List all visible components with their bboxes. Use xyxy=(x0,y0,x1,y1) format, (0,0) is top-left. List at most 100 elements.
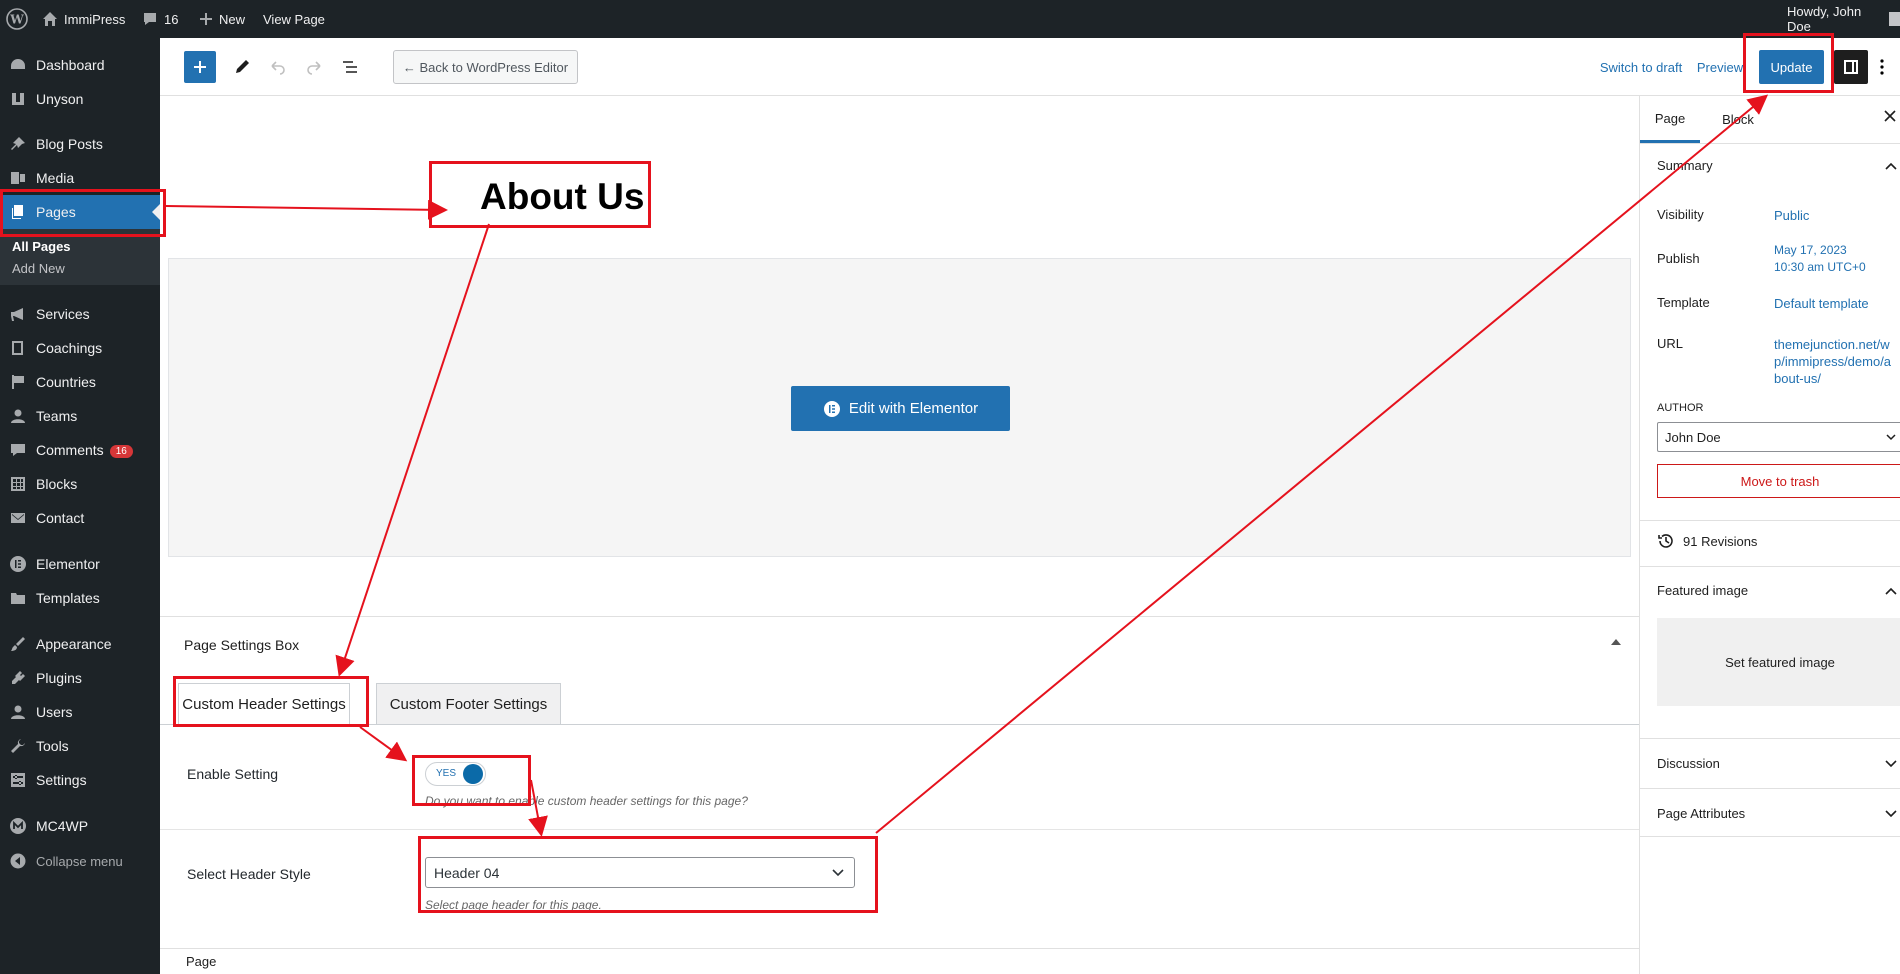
sidebar-item-label: Blog Posts xyxy=(36,136,103,152)
sidebar-item-label: Appearance xyxy=(36,636,112,652)
edit-with-elementor-label: Edit with Elementor xyxy=(848,400,979,417)
annotation-pages-box xyxy=(0,189,166,237)
sidebar-item-label: Collapse menu xyxy=(36,853,123,869)
chevron-up-icon[interactable] xyxy=(1885,162,1897,170)
edit-with-elementor-button[interactable]: Edit with Elementor xyxy=(791,386,1010,431)
visibility-value[interactable]: Public xyxy=(1774,207,1809,224)
preview-button[interactable]: Preview xyxy=(1695,51,1745,83)
editor-toolbar: ← Back to WordPress Editor Switch to dra… xyxy=(160,38,1900,96)
submenu-add-new[interactable]: Add New xyxy=(12,261,65,276)
elementor-icon xyxy=(823,400,840,417)
back-to-wordpress-editor-button[interactable]: ← Back to WordPress Editor xyxy=(393,50,578,84)
publish-date-value[interactable]: May 17, 2023 10:30 am UTC+0 xyxy=(1774,242,1866,276)
url-value[interactable]: themejunction.net/w p/immipress/demo/a b… xyxy=(1774,336,1891,387)
sidebar-item-services[interactable]: Services xyxy=(0,297,160,331)
tab-custom-footer-settings[interactable]: Custom Footer Settings xyxy=(376,683,561,725)
sidebar-item-dashboard[interactable]: Dashboard xyxy=(0,48,160,82)
sidebar-item-label: Plugins xyxy=(36,670,82,686)
redo-button[interactable] xyxy=(298,51,330,83)
more-vertical-icon xyxy=(1880,59,1884,75)
options-menu-button[interactable] xyxy=(1872,51,1892,83)
sidebar-item-settings[interactable]: Settings xyxy=(0,763,160,797)
revisions-link[interactable]: 91 Revisions xyxy=(1657,532,1757,550)
settings-panel: Page Block Summary Visibility Public Pub… xyxy=(1639,96,1900,974)
url-line: bout-us/ xyxy=(1774,371,1821,386)
undo-button[interactable] xyxy=(262,51,294,83)
chevron-up-icon[interactable] xyxy=(1885,587,1897,595)
comments-link[interactable]: 16 xyxy=(142,0,178,38)
revisions-label: 91 Revisions xyxy=(1683,533,1758,549)
template-value[interactable]: Default template xyxy=(1774,295,1869,312)
flag-icon xyxy=(9,373,27,391)
sidebar-item-users[interactable]: Users xyxy=(0,695,160,729)
discussion-heading[interactable]: Discussion xyxy=(1657,756,1720,771)
add-block-button[interactable] xyxy=(184,51,216,83)
sidebar-item-blog-posts[interactable]: Blog Posts xyxy=(0,127,160,161)
page-settings-box: Page Settings Box Custom Header Settings… xyxy=(160,616,1639,974)
move-to-trash-button[interactable]: Move to trash xyxy=(1657,464,1900,498)
url-line: p/immipress/demo/a xyxy=(1774,354,1892,369)
sidebar-item-label: Contact xyxy=(36,510,85,526)
tab-block[interactable]: Block xyxy=(1708,96,1768,143)
mc4wp-icon xyxy=(9,817,27,835)
tools-button[interactable] xyxy=(226,51,258,83)
comment-count: 16 xyxy=(164,11,179,27)
sidebar-item-teams[interactable]: Teams xyxy=(0,399,160,433)
url-label: URL xyxy=(1657,336,1684,351)
document-overview-button[interactable] xyxy=(334,51,366,83)
sidebar-item-templates[interactable]: Templates xyxy=(0,581,160,615)
undo-icon xyxy=(271,61,285,75)
pages-submenu: All Pages Add New xyxy=(0,229,160,285)
switch-to-draft-button[interactable]: Switch to draft xyxy=(1596,51,1686,83)
sidebar-item-contact[interactable]: Contact xyxy=(0,501,160,535)
sidebar-item-blocks[interactable]: Blocks xyxy=(0,467,160,501)
visibility-label: Visibility xyxy=(1657,207,1704,222)
url-line: themejunction.net/w xyxy=(1774,337,1890,352)
tabs-divider xyxy=(160,724,1639,725)
new-link[interactable]: New xyxy=(199,0,245,38)
home-icon xyxy=(43,12,57,26)
sidebar-item-label: Settings xyxy=(36,772,87,788)
sidebar-item-plugins[interactable]: Plugins xyxy=(0,661,160,695)
sidebar-item-label: Blocks xyxy=(36,476,78,492)
elementor-icon xyxy=(9,555,27,573)
sidebar-item-comments[interactable]: Comments 16 xyxy=(0,433,160,467)
folder-icon xyxy=(9,589,27,607)
sidebar-item-tools[interactable]: Tools xyxy=(0,729,160,763)
chevron-down-icon[interactable] xyxy=(1885,760,1897,768)
collapse-toggle[interactable] xyxy=(1611,639,1621,645)
page-attributes-heading[interactable]: Page Attributes xyxy=(1657,806,1745,821)
template-label: Template xyxy=(1657,295,1710,310)
person-icon xyxy=(9,407,27,425)
close-panel-button[interactable] xyxy=(1884,106,1896,127)
sidebar-item-elementor[interactable]: Elementor xyxy=(0,547,160,581)
sidebar-item-appearance[interactable]: Appearance xyxy=(0,627,160,661)
submenu-all-pages[interactable]: All Pages xyxy=(12,239,71,254)
breadcrumb[interactable]: Page xyxy=(186,954,216,969)
sidebar-item-label: MC4WP xyxy=(36,818,89,834)
set-featured-image-button[interactable]: Set featured image xyxy=(1657,618,1900,706)
sidebar-item-countries[interactable]: Countries xyxy=(0,365,160,399)
summary-heading[interactable]: Summary xyxy=(1657,158,1713,173)
sliders-icon xyxy=(9,771,27,789)
book-icon xyxy=(9,339,27,357)
settings-sidebar-toggle[interactable] xyxy=(1834,50,1868,84)
wordpress-logo-icon[interactable]: W xyxy=(6,0,28,38)
sidebar-icon xyxy=(1844,60,1858,74)
pencil-icon xyxy=(236,60,249,73)
sidebar-item-mc4wp[interactable]: MC4WP xyxy=(0,809,160,843)
sidebar-item-label: Templates xyxy=(36,590,100,606)
author-select[interactable]: John Doe xyxy=(1657,422,1900,452)
view-page-link[interactable]: View Page xyxy=(263,0,325,38)
sidebar-item-coachings[interactable]: Coachings xyxy=(0,331,160,365)
chevron-down-icon[interactable] xyxy=(1885,810,1897,818)
plus-icon xyxy=(200,13,212,25)
sidebar-item-label: Services xyxy=(36,306,90,322)
sidebar-item-unyson[interactable]: Unyson xyxy=(0,82,160,116)
author-label: AUTHOR xyxy=(1657,402,1704,414)
site-name-link[interactable]: ImmiPress xyxy=(42,0,125,38)
tab-page[interactable]: Page xyxy=(1640,96,1700,143)
collapse-menu-button[interactable]: Collapse menu xyxy=(0,844,160,878)
featured-image-heading[interactable]: Featured image xyxy=(1657,583,1748,598)
mail-icon xyxy=(9,509,27,527)
